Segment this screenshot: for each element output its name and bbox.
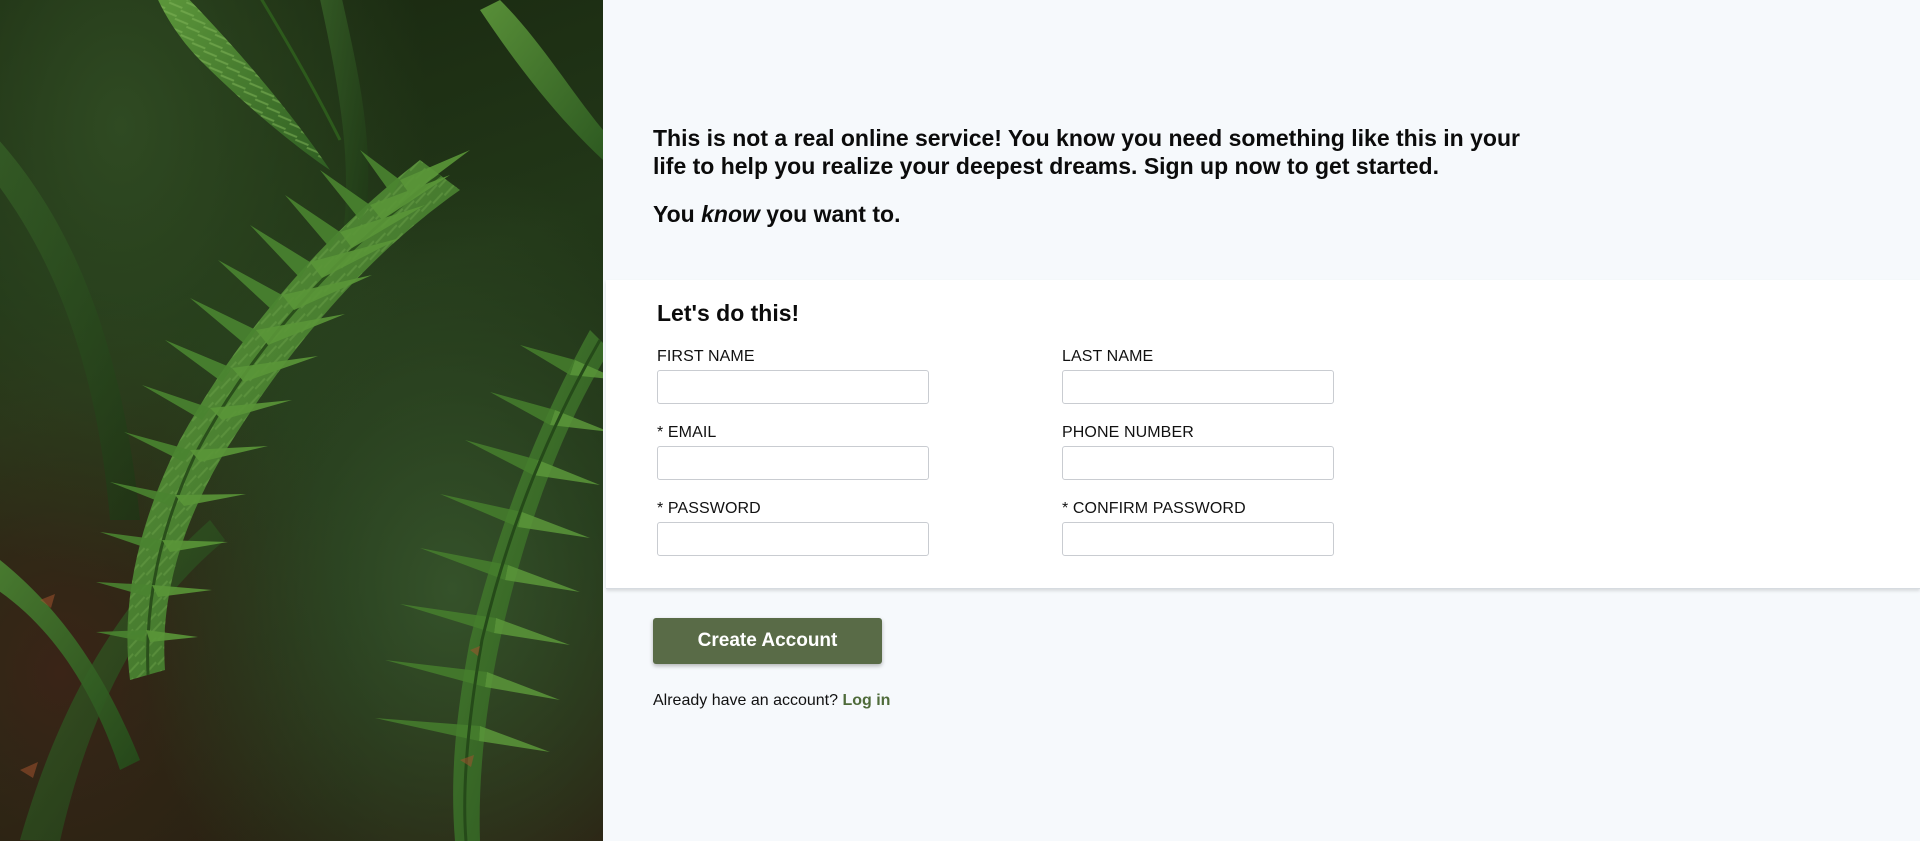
tagline-emphasis: know xyxy=(701,201,760,227)
password-input[interactable] xyxy=(657,522,929,556)
password-field-group: * PASSWORD xyxy=(657,500,929,556)
intro-tagline: You know you want to. xyxy=(653,200,1553,228)
confirm-password-input[interactable] xyxy=(1062,522,1334,556)
first-name-label: FIRST NAME xyxy=(657,348,755,365)
first-name-field-group: FIRST NAME xyxy=(657,348,929,404)
password-label: * PASSWORD xyxy=(657,500,761,517)
last-name-input[interactable] xyxy=(1062,370,1334,404)
fern-illustration xyxy=(0,0,603,841)
signup-page: This is not a real online service! You k… xyxy=(0,0,1920,841)
confirm-password-field-group: * CONFIRM PASSWORD xyxy=(1062,500,1334,556)
form-heading: Let's do this! xyxy=(657,300,800,326)
tagline-suffix: you want to. xyxy=(759,201,901,227)
first-name-input[interactable] xyxy=(657,370,929,404)
login-prompt: Already have an account? Log in xyxy=(653,692,890,710)
signup-content: This is not a real online service! You k… xyxy=(603,0,1920,841)
phone-field-group: PHONE NUMBER xyxy=(1062,424,1334,480)
tagline-prefix: You xyxy=(653,201,702,227)
create-account-button[interactable]: Create Account xyxy=(653,618,882,664)
fern-hero-image xyxy=(0,0,603,841)
email-input[interactable] xyxy=(657,446,929,480)
email-field-group: * EMAIL xyxy=(657,424,929,480)
phone-label: PHONE NUMBER xyxy=(1062,424,1194,441)
intro-paragraph: This is not a real online service! You k… xyxy=(653,125,1520,179)
email-label: * EMAIL xyxy=(657,424,717,441)
signup-form-panel: Let's do this! FIRST NAME LAST NAME * EM… xyxy=(606,280,1920,589)
login-link[interactable]: Log in xyxy=(842,692,890,709)
phone-input[interactable] xyxy=(1062,446,1334,480)
login-prompt-text: Already have an account? xyxy=(653,692,839,709)
intro-section: This is not a real online service! You k… xyxy=(653,124,1553,248)
last-name-label: LAST NAME xyxy=(1062,348,1154,365)
last-name-field-group: LAST NAME xyxy=(1062,348,1334,404)
confirm-password-label: * CONFIRM PASSWORD xyxy=(1062,500,1246,517)
